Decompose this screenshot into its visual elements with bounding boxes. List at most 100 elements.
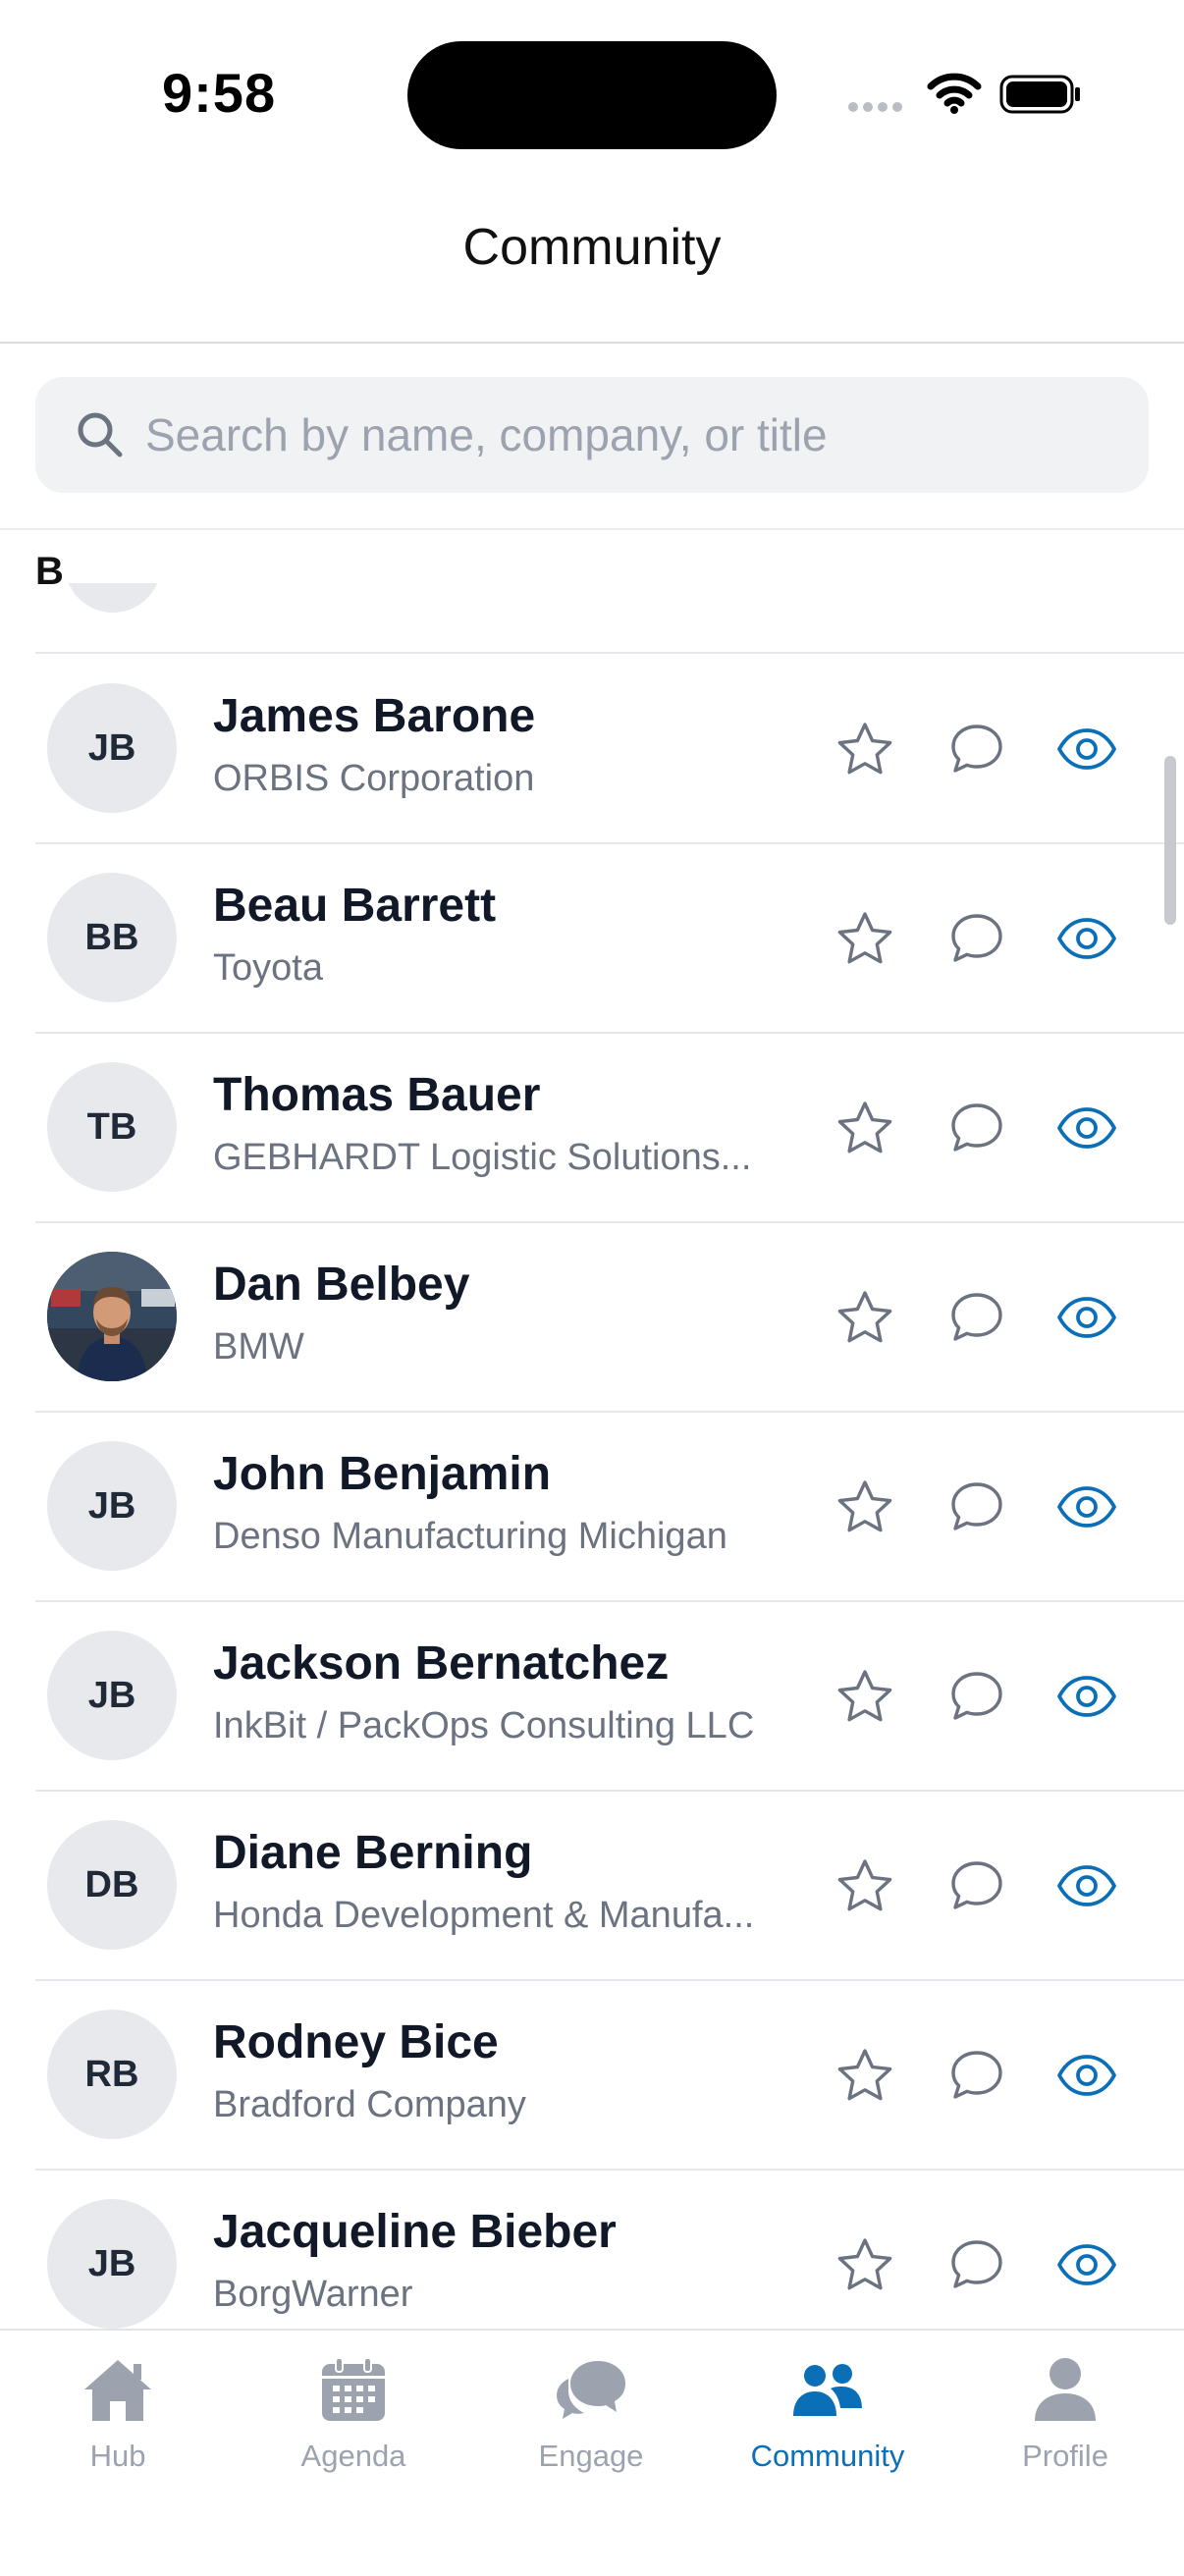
person-row[interactable]: JB John Benjamin Denso Manufacturing Mic… xyxy=(35,1412,1184,1602)
star-icon xyxy=(837,1101,892,1154)
favorite-button[interactable] xyxy=(831,1852,899,1920)
eye-icon xyxy=(1057,918,1116,959)
view-profile-button[interactable] xyxy=(1052,2041,1121,2110)
person-company: GEBHARDT Logistic Solutions... xyxy=(213,1137,752,1178)
person-icon xyxy=(1035,2358,1096,2421)
avatar: JB xyxy=(47,2199,177,2329)
person-name: John Benjamin xyxy=(213,1448,552,1500)
favorite-button[interactable] xyxy=(831,904,899,973)
tab-engage[interactable]: Engage xyxy=(493,2352,689,2490)
tab-profile[interactable]: Profile xyxy=(967,2352,1163,2490)
people-icon xyxy=(793,2364,862,2416)
star-icon xyxy=(837,1291,892,1343)
star-icon xyxy=(837,2049,892,2101)
avatar: JB xyxy=(47,1441,177,1571)
chat-bubble-icon xyxy=(951,2240,1002,2288)
person-row[interactable]: Dan Belbey BMW xyxy=(35,1222,1184,1413)
chat-bubble-icon xyxy=(951,1861,1002,1909)
person-name: Beau Barrett xyxy=(213,880,497,932)
message-button[interactable] xyxy=(942,1852,1011,1920)
person-row[interactable]: DB Diane Berning Honda Development & Man… xyxy=(35,1791,1184,1981)
status-bar: 9:58 xyxy=(0,0,1184,187)
avatar-photo xyxy=(47,1252,177,1381)
person-row[interactable]: JB James Barone ORBIS Corporation xyxy=(35,654,1184,844)
avatar: BB xyxy=(47,873,177,1002)
scrollbar[interactable] xyxy=(1164,756,1176,925)
favorite-button[interactable] xyxy=(831,1283,899,1352)
message-button[interactable] xyxy=(942,715,1011,783)
star-icon xyxy=(837,912,892,964)
battery-icon xyxy=(999,75,1080,114)
tab-community[interactable]: Community xyxy=(729,2352,926,2490)
avatar: TB xyxy=(47,1062,177,1192)
message-button[interactable] xyxy=(942,1283,1011,1352)
avatar: RB xyxy=(47,2010,177,2139)
star-icon xyxy=(837,723,892,775)
people-list[interactable]: B JB James Barone ORBIS Corporation BB B… xyxy=(0,530,1184,2329)
message-button[interactable] xyxy=(942,1662,1011,1731)
person-company: BorgWarner xyxy=(213,2274,413,2315)
tab-label: Engage xyxy=(538,2439,644,2473)
favorite-button[interactable] xyxy=(831,2041,899,2110)
star-icon xyxy=(837,1480,892,1532)
avatar: JB xyxy=(47,683,177,813)
person-row[interactable]: TB Thomas Bauer GEBHARDT Logistic Soluti… xyxy=(35,1033,1184,1223)
person-name: Rodney Bice xyxy=(213,2016,499,2068)
tab-hub[interactable]: Hub xyxy=(20,2352,216,2490)
message-button[interactable] xyxy=(942,1094,1011,1162)
view-profile-button[interactable] xyxy=(1052,1852,1121,1920)
search-input[interactable] xyxy=(145,377,1117,493)
wifi-icon xyxy=(927,73,982,114)
person-name: Jacqueline Bieber xyxy=(213,2206,617,2258)
person-name: Dan Belbey xyxy=(213,1259,470,1311)
person-row[interactable]: BB Beau Barrett Toyota xyxy=(35,843,1184,1034)
profile-photo xyxy=(47,1252,177,1381)
person-name: Jackson Bernatchez xyxy=(213,1637,670,1690)
avatar: JB xyxy=(47,1631,177,1760)
tab-agenda[interactable]: Agenda xyxy=(255,2352,452,2490)
chat-bubble-icon xyxy=(951,724,1002,773)
view-profile-button[interactable] xyxy=(1052,904,1121,973)
search-bar[interactable] xyxy=(35,377,1149,493)
view-profile-button[interactable] xyxy=(1052,1094,1121,1162)
view-profile-button[interactable] xyxy=(1052,1283,1121,1352)
eye-icon xyxy=(1057,728,1116,770)
person-company: BMW xyxy=(213,1326,304,1368)
person-row[interactable]: RB Rodney Bice Bradford Company xyxy=(35,1980,1184,2171)
person-row[interactable]: JB Jackson Bernatchez InkBit / PackOps C… xyxy=(35,1601,1184,1792)
favorite-button[interactable] xyxy=(831,1473,899,1541)
view-profile-button[interactable] xyxy=(1052,1473,1121,1541)
favorite-button[interactable] xyxy=(831,2230,899,2299)
page-title: Community xyxy=(462,219,722,276)
tab-bar: Hub Agenda Engage Community Profile xyxy=(0,2329,1184,2576)
message-button[interactable] xyxy=(942,2041,1011,2110)
person-row[interactable]: JB Jacqueline Bieber BorgWarner xyxy=(35,2170,1184,2329)
person-company: InkBit / PackOps Consulting LLC xyxy=(213,1705,755,1746)
favorite-button[interactable] xyxy=(831,1094,899,1162)
section-header: B xyxy=(35,550,64,593)
message-button[interactable] xyxy=(942,2230,1011,2299)
eye-icon xyxy=(1057,1865,1116,1906)
chat-bubble-icon xyxy=(951,2051,1002,2099)
message-button[interactable] xyxy=(942,1473,1011,1541)
chat-bubble-icon xyxy=(951,1293,1002,1341)
tab-label: Community xyxy=(750,2439,905,2473)
chat-bubble-icon xyxy=(951,914,1002,962)
message-button[interactable] xyxy=(942,904,1011,973)
view-profile-button[interactable] xyxy=(1052,715,1121,783)
chat-bubble-icon xyxy=(951,1672,1002,1720)
person-company: ORBIS Corporation xyxy=(213,758,535,799)
person-company: Toyota xyxy=(213,947,323,989)
person-company: Honda Development & Manufa... xyxy=(213,1895,755,1936)
calendar-icon xyxy=(322,2357,385,2421)
star-icon xyxy=(837,1670,892,1722)
person-company: Bradford Company xyxy=(213,2084,526,2125)
view-profile-button[interactable] xyxy=(1052,1662,1121,1731)
eye-icon xyxy=(1057,1676,1116,1717)
tab-label: Hub xyxy=(89,2439,146,2473)
view-profile-button[interactable] xyxy=(1052,2230,1121,2299)
favorite-button[interactable] xyxy=(831,715,899,783)
favorite-button[interactable] xyxy=(831,1662,899,1731)
eye-icon xyxy=(1057,1297,1116,1338)
avatar: DB xyxy=(47,1820,177,1950)
